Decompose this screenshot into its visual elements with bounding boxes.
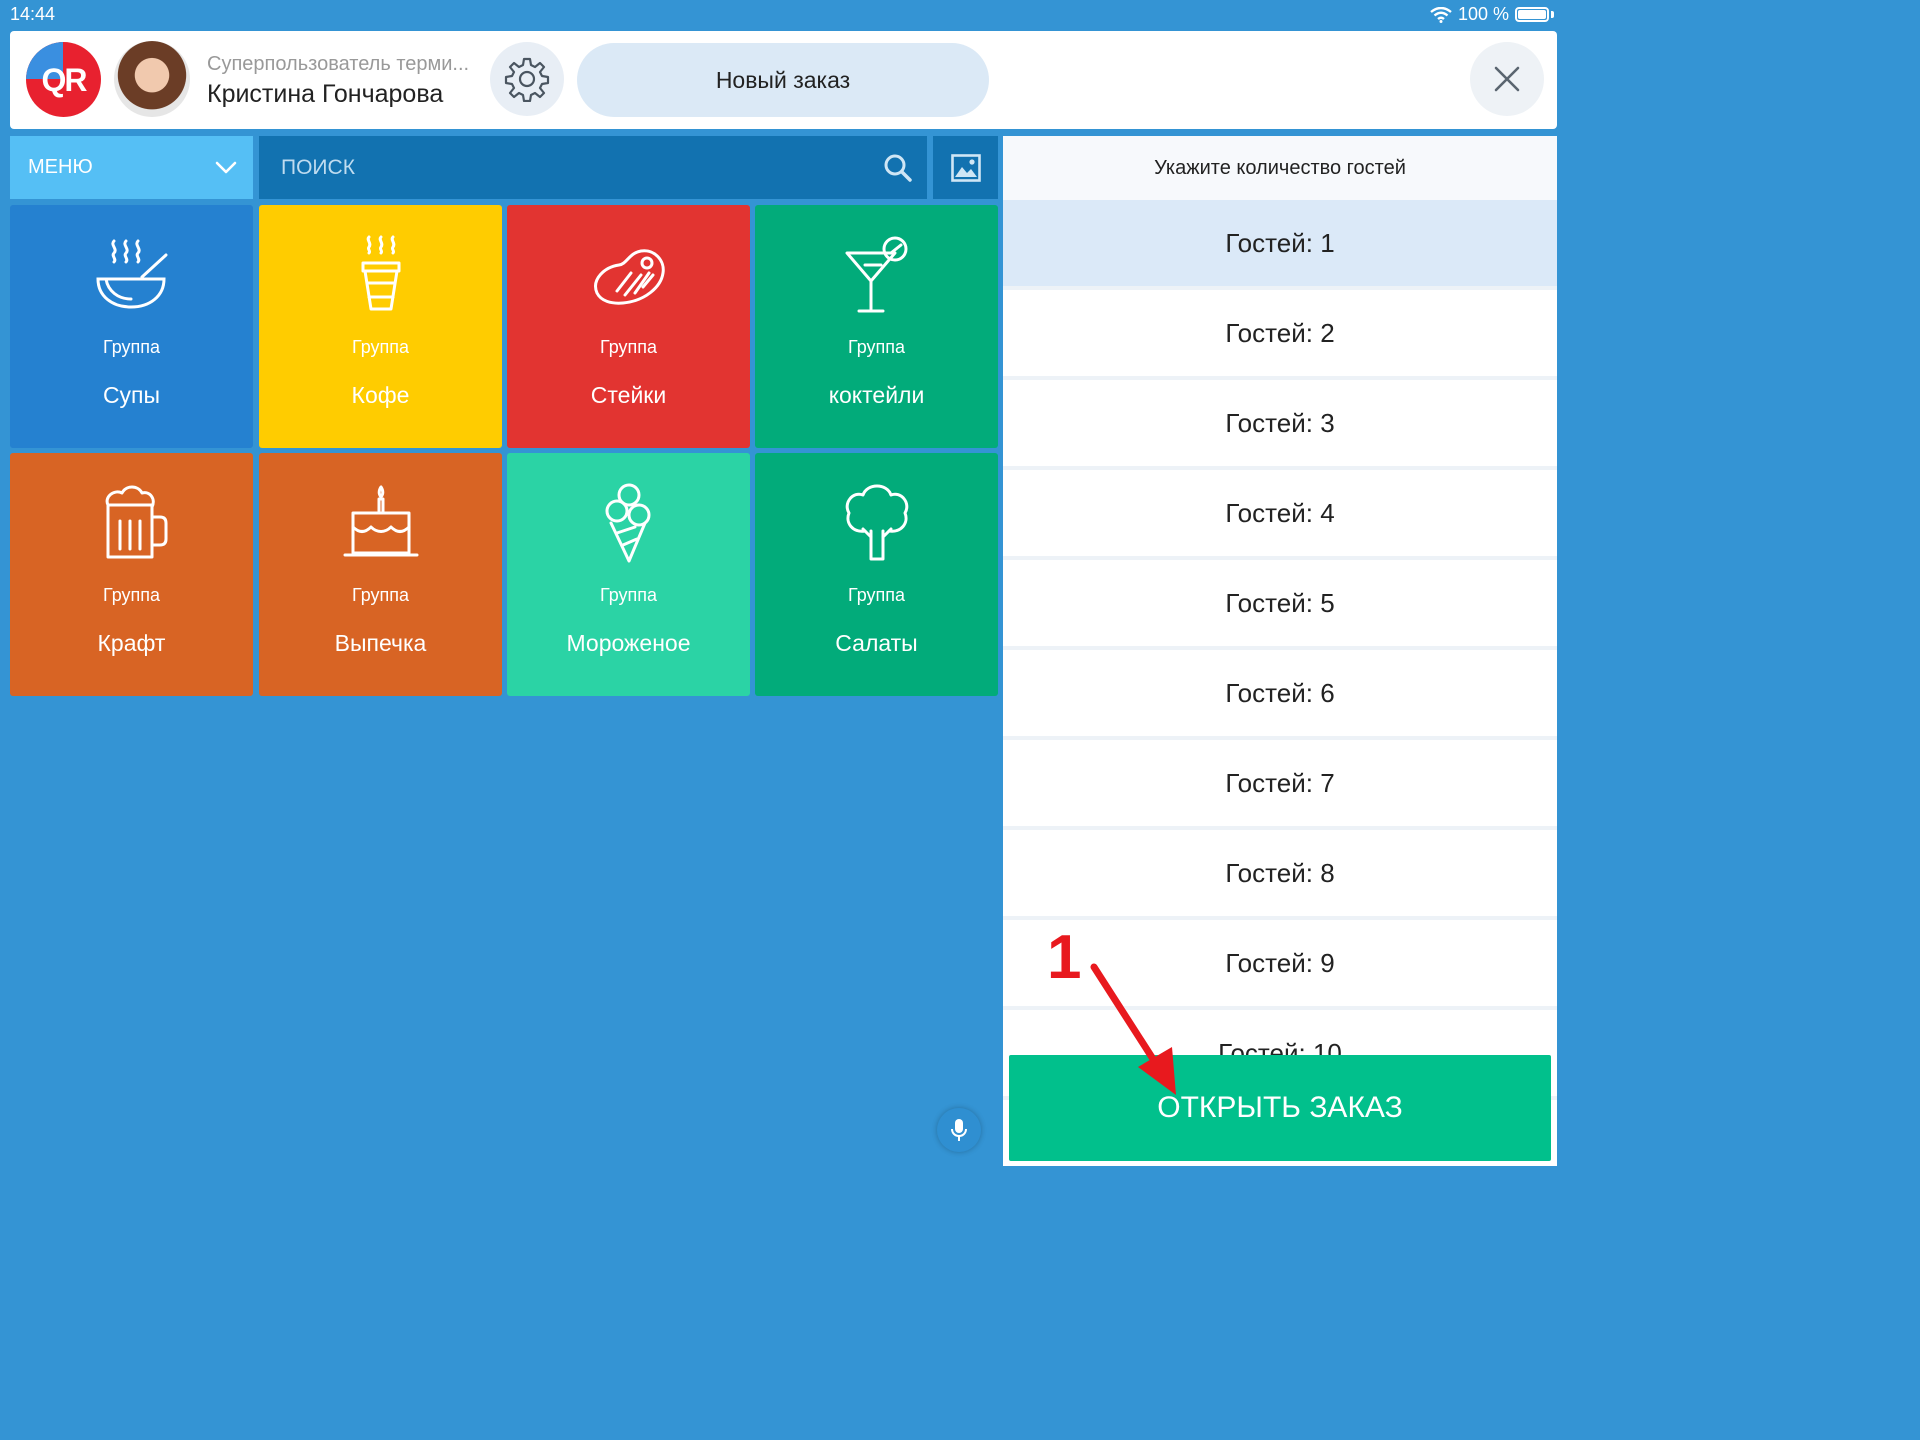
guest-option-4[interactable]: Гостей: 4 bbox=[1003, 470, 1557, 560]
tile-subtitle: Группа bbox=[351, 337, 410, 357]
category-tile-soups[interactable]: Группа Супы bbox=[10, 205, 253, 448]
battery-icon bbox=[1515, 7, 1549, 22]
close-icon bbox=[1494, 66, 1520, 92]
menu-dropdown-label: МЕНЮ bbox=[28, 156, 93, 178]
close-button[interactable] bbox=[1470, 42, 1544, 116]
guest-option-6[interactable]: Гостей: 6 bbox=[1003, 650, 1557, 740]
menu-dropdown[interactable]: МЕНЮ bbox=[10, 136, 253, 199]
microphone-icon bbox=[951, 1119, 967, 1141]
cocktail-icon bbox=[845, 236, 907, 313]
search-icon[interactable] bbox=[883, 153, 913, 183]
guest-option-5[interactable]: Гостей: 5 bbox=[1003, 560, 1557, 650]
avatar[interactable] bbox=[114, 41, 190, 117]
status-time: 14:44 bbox=[10, 4, 56, 24]
user-name: Кристина Гончарова bbox=[207, 80, 444, 108]
logo-text: QR bbox=[41, 62, 88, 98]
guest-panel-title: Укажите количество гостей bbox=[1003, 136, 1557, 200]
header-bar: QR Суперпользователь терми... Кристина Г… bbox=[10, 31, 1557, 129]
tile-name: Стейки bbox=[590, 382, 667, 408]
soup-bowl-icon bbox=[95, 239, 167, 309]
category-tile-craft[interactable]: Группа Крафт bbox=[10, 453, 253, 696]
tile-subtitle: Группа bbox=[599, 337, 658, 357]
guest-option-8[interactable]: Гостей: 8 bbox=[1003, 830, 1557, 920]
new-order-button[interactable]: Новый заказ bbox=[577, 43, 989, 117]
guest-option-3[interactable]: Гостей: 3 bbox=[1003, 380, 1557, 470]
gear-icon bbox=[504, 57, 550, 102]
annotation-step-number: 1 bbox=[1047, 923, 1082, 992]
tile-name: коктейли bbox=[828, 382, 925, 408]
tile-subtitle: Группа bbox=[599, 585, 658, 605]
guest-option-1[interactable]: Гостей: 1 bbox=[1003, 200, 1557, 290]
image-icon bbox=[950, 153, 981, 182]
category-tile-salads[interactable]: Группа Салаты bbox=[755, 453, 998, 696]
status-indicators: 100 % bbox=[1430, 4, 1554, 25]
tile-name: Салаты bbox=[835, 630, 918, 656]
category-tile-bakery[interactable]: Группа Выпечка bbox=[259, 453, 502, 696]
coffee-cup-icon bbox=[361, 235, 400, 311]
tile-subtitle: Группа bbox=[847, 337, 906, 357]
settings-button[interactable] bbox=[490, 42, 564, 116]
tile-subtitle: Группа bbox=[102, 337, 161, 357]
category-tile-steaks[interactable]: Группа Стейки bbox=[507, 205, 750, 448]
voice-input-button[interactable] bbox=[937, 1108, 981, 1152]
app-logo: QR bbox=[26, 42, 101, 117]
cake-icon bbox=[343, 485, 418, 557]
broccoli-icon bbox=[845, 484, 908, 561]
guest-option-7[interactable]: Гостей: 7 bbox=[1003, 740, 1557, 830]
category-tile-coffee[interactable]: Группа Кофе bbox=[259, 205, 502, 448]
tile-subtitle: Группа bbox=[351, 585, 410, 605]
battery-percent: 100 % bbox=[1457, 4, 1509, 24]
tile-subtitle: Группа bbox=[102, 585, 161, 605]
image-view-toggle[interactable] bbox=[933, 136, 998, 199]
tile-name: Мороженое bbox=[566, 630, 691, 656]
chevron-down-icon bbox=[215, 161, 237, 173]
tile-name: Крафт bbox=[97, 630, 166, 656]
ice-cream-icon bbox=[605, 483, 650, 563]
tile-name: Супы bbox=[102, 382, 161, 408]
steak-icon bbox=[593, 249, 665, 305]
beer-mug-icon bbox=[105, 485, 167, 559]
user-role: Суперпользователь терми... bbox=[207, 53, 470, 75]
category-tile-cocktails[interactable]: Группа коктейли bbox=[755, 205, 998, 448]
annotation-arrow-icon bbox=[1090, 963, 1176, 1095]
category-tile-ice-cream[interactable]: Группа Мороженое bbox=[507, 453, 750, 696]
search-bar bbox=[259, 136, 927, 199]
wifi-icon bbox=[1430, 6, 1452, 23]
search-input[interactable] bbox=[279, 154, 883, 181]
guest-option-2[interactable]: Гостей: 2 bbox=[1003, 290, 1557, 380]
tile-name: Кофе bbox=[351, 382, 410, 408]
tile-subtitle: Группа bbox=[847, 585, 906, 605]
tile-name: Выпечка bbox=[334, 630, 427, 656]
